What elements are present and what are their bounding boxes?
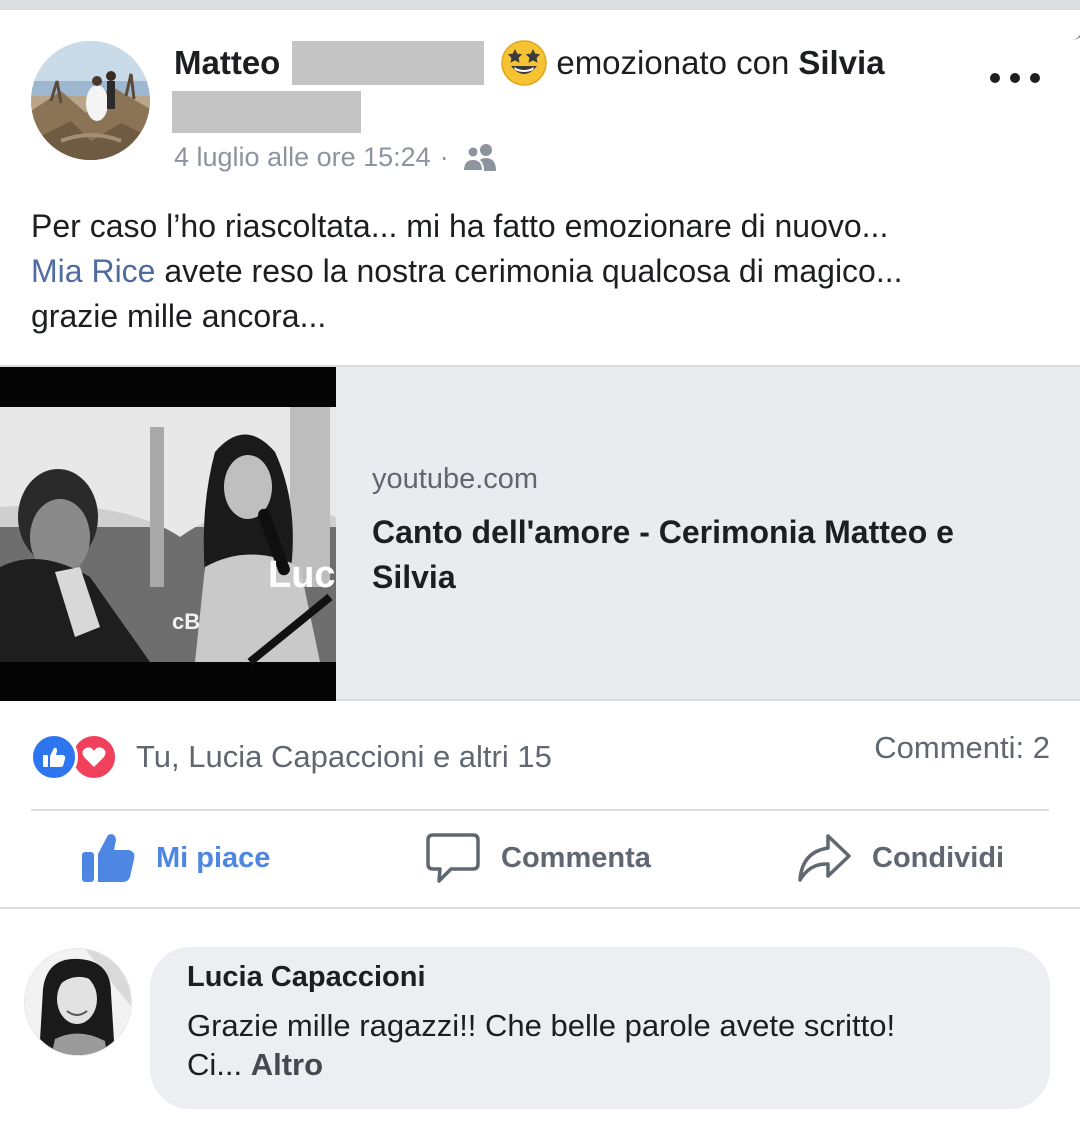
more-dot <box>1030 73 1040 83</box>
author-name[interactable]: Matteo <box>174 44 280 82</box>
link-domain: youtube.com <box>372 463 539 495</box>
share-button[interactable]: Condividi <box>796 826 1004 890</box>
like-button-label: Mi piace <box>156 841 271 874</box>
comment-bubble[interactable]: Lucia Capaccioni Grazie mille ragazzi!! … <box>150 947 1050 1109</box>
more-dot <box>1010 73 1020 83</box>
reactions-text: Tu, Lucia Capaccioni e altri 15 <box>136 739 552 774</box>
comment-text-line: Ci... Altro <box>187 1045 1030 1084</box>
top-divider <box>0 0 1080 10</box>
friends-icon[interactable] <box>461 141 499 173</box>
link-title[interactable]: Canto dell'amore - Cerimonia Matteo e Si… <box>372 510 1022 600</box>
redacted-surname <box>292 41 485 85</box>
divider <box>31 809 1049 811</box>
comments-count[interactable]: Commenti: 2 <box>874 730 1050 766</box>
scroll-indicator <box>1056 0 1080 40</box>
like-reaction-icon <box>30 733 78 781</box>
thumbs-up-icon <box>82 834 135 882</box>
comment-text: Grazie mille ragazzi!! Che belle parole … <box>187 1006 1030 1084</box>
post-text-line: Per caso l’ho riascoltata... mi ha fatto… <box>31 208 889 244</box>
comment-text-truncated: Ci... <box>187 1047 251 1082</box>
link-preview-card[interactable]: Luc cB youtube.com Canto dell'amore - Ce… <box>0 365 1080 701</box>
commenter-avatar[interactable] <box>24 948 132 1056</box>
speech-bubble-icon <box>426 833 480 883</box>
see-more-link[interactable]: Altro <box>251 1047 323 1082</box>
post-text-line: grazie mille ancora... <box>31 298 327 334</box>
post-body: Per caso l’ho riascoltata... mi ha fatto… <box>31 204 1051 339</box>
meta-separator: · <box>439 141 449 172</box>
feeling-text: emozionato con <box>556 44 790 81</box>
like-button[interactable]: Mi piace <box>80 826 270 890</box>
post-meta: 4 luglio alle ore 15:24 · <box>174 137 499 177</box>
thumbnail-overlay-text: Luc <box>268 554 336 596</box>
thumbnail-logo: cB <box>172 609 200 634</box>
video-thumbnail[interactable]: Luc cB <box>0 367 336 701</box>
post-author-line: Matteo emozionato con Silvia <box>174 38 885 88</box>
share-button-label: Condividi <box>872 841 1005 874</box>
reactions-summary[interactable]: Tu, Lucia Capaccioni e altri 15 <box>30 733 552 781</box>
tagged-person-name[interactable]: Silvia <box>798 44 884 82</box>
divider <box>0 907 1080 909</box>
comment-button-label: Commenta <box>501 841 651 874</box>
comment-button[interactable]: Commenta <box>425 826 651 890</box>
author-avatar[interactable] <box>31 41 150 160</box>
mention-link[interactable]: Mia Rice <box>31 253 155 289</box>
share-arrow-icon <box>798 834 851 882</box>
redacted-text <box>172 91 361 133</box>
comment-author[interactable]: Lucia Capaccioni <box>187 961 1030 994</box>
link-info: youtube.com Canto dell'amore - Cerimonia… <box>372 463 1022 600</box>
comment-text-line: Grazie mille ragazzi!! Che belle parole … <box>187 1008 896 1043</box>
more-dot <box>990 73 1000 83</box>
post-timestamp[interactable]: 4 luglio alle ore 15:24 <box>174 142 431 173</box>
post-text-line: Mia Rice avete reso la nostra cerimonia … <box>31 249 1051 294</box>
more-options-icon[interactable] <box>986 60 1044 96</box>
post-text-segment: avete reso la nostra cerimonia qualcosa … <box>155 253 903 289</box>
star-struck-emoji-icon <box>500 39 548 87</box>
